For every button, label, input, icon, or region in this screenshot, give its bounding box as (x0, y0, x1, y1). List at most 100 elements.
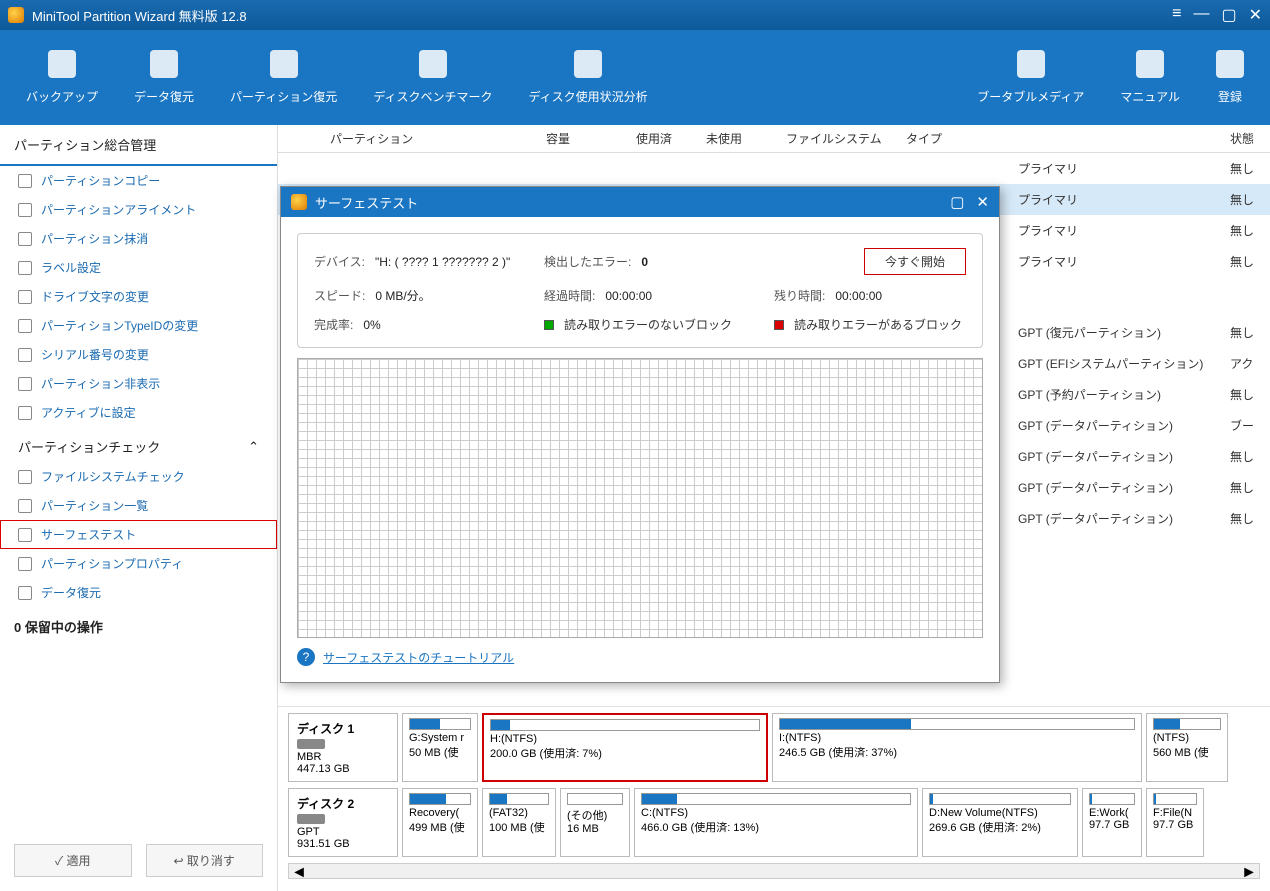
sidebar-item[interactable]: パーティションコピー (0, 166, 277, 195)
dialog-titlebar[interactable]: サーフェステスト ▢✕ (281, 187, 999, 217)
minimize-icon[interactable]: — (1193, 5, 1209, 25)
sidebar-item-icon (18, 232, 32, 246)
usage-bar (409, 793, 471, 805)
sidebar-item-label: パーティションコピー (41, 172, 160, 189)
disk-partition[interactable]: I:(NTFS)246.5 GB (使用済: 37%) (772, 713, 1142, 782)
err-legend-icon (774, 320, 784, 330)
sidebar-item-label: ラベル設定 (41, 259, 101, 276)
sidebar-item[interactable]: サーフェステスト (0, 520, 277, 549)
errors-label: 検出したエラー: (544, 253, 631, 270)
backup-icon (48, 50, 76, 78)
usage-bar (1089, 793, 1135, 805)
sidebar-item[interactable]: アクティブに設定 (0, 398, 277, 427)
sidebar-item-label: ドライブ文字の変更 (41, 288, 149, 305)
toolbar: バックアップ データ復元 パーティション復元 ディスクベンチマーク ディスク使用… (0, 30, 1270, 125)
disk-partition[interactable]: E:Work(97.7 GB (1082, 788, 1142, 857)
disk-bar: ディスク 2GPT931.51 GBRecovery(499 MB (使(FAT… (288, 788, 1260, 857)
disk-partition[interactable]: C:(NTFS)466.0 GB (使用済: 13%) (634, 788, 918, 857)
disk-partition[interactable]: G:System r50 MB (使 (402, 713, 478, 782)
disk-partition[interactable]: D:New Volume(NTFS)269.6 GB (使用済: 2%) (922, 788, 1078, 857)
data-recover-button[interactable]: データ復元 (116, 30, 212, 125)
register-button[interactable]: 登録 (1198, 30, 1262, 125)
sidebar-item[interactable]: パーティション抹消 (0, 224, 277, 253)
help-icon: ? (297, 648, 315, 666)
app-title: MiniTool Partition Wizard 無料版 12.8 (32, 6, 1172, 25)
backup-button[interactable]: バックアップ (8, 30, 116, 125)
start-button[interactable]: 今すぐ開始 (864, 248, 966, 275)
disk-partition[interactable]: F:File(N97.7 GB (1146, 788, 1204, 857)
surface-test-dialog: サーフェステスト ▢✕ デバイス:"H: ( ???? 1 ??????? 2 … (280, 186, 1000, 683)
sidebar-item-label: パーティション一覧 (41, 497, 148, 514)
ok-legend-icon (544, 320, 554, 330)
disk-partition[interactable]: H:(NTFS)200.0 GB (使用済: 7%) (482, 713, 768, 782)
remain-value: 00:00:00 (835, 289, 882, 303)
status-cell: 無し (1222, 510, 1270, 527)
sidebar-tab[interactable]: パーティション総合管理 (0, 125, 277, 166)
sidebar-item-icon (18, 557, 32, 571)
sidebar-item[interactable]: パーティションプロパティ (0, 549, 277, 578)
manual-button[interactable]: マニュアル (1102, 30, 1198, 125)
sidebar-item-label: シリアル番号の変更 (41, 346, 149, 363)
device-value: "H: ( ???? 1 ??????? 2 )" (375, 255, 510, 269)
sidebar-item[interactable]: ファイルシステムチェック (0, 462, 277, 491)
sidebar-item-icon (18, 470, 32, 484)
menu-icon[interactable]: ≡ (1172, 5, 1181, 25)
sidebar-item[interactable]: パーティション一覧 (0, 491, 277, 520)
usage-button[interactable]: ディスク使用状況分析 (510, 30, 665, 125)
status-cell: ブー (1222, 417, 1270, 434)
book-icon (1136, 50, 1164, 78)
usb-icon (1017, 50, 1045, 78)
status-cell: 無し (1222, 386, 1270, 403)
sidebar-item[interactable]: ドライブ文字の変更 (0, 282, 277, 311)
sidebar-item[interactable]: シリアル番号の変更 (0, 340, 277, 369)
disk-label[interactable]: ディスク 2GPT931.51 GB (288, 788, 398, 857)
sidebar-group-check[interactable]: パーティションチェック⌃ (0, 427, 277, 462)
horizontal-scrollbar[interactable]: ◄► (288, 863, 1260, 879)
disk-partition[interactable]: (その他)16 MB (560, 788, 630, 857)
partrec-icon (270, 50, 298, 78)
undo-button[interactable]: ↩ 取り消す (146, 844, 264, 877)
benchmark-button[interactable]: ディスクベンチマーク (355, 30, 510, 125)
sidebar-item[interactable]: パーティションアライメント (0, 195, 277, 224)
usage-bar (567, 793, 623, 805)
tutorial-link[interactable]: サーフェステストのチュートリアル (323, 649, 514, 666)
dialog-maximize-icon[interactable]: ▢ (950, 194, 964, 211)
status-cell: 無し (1222, 160, 1270, 177)
app-icon (8, 7, 24, 23)
sidebar: パーティション総合管理 パーティションコピーパーティションアライメントパーティシ… (0, 125, 278, 891)
block-grid (297, 358, 983, 638)
remain-label: 残り時間: (774, 287, 825, 304)
sidebar-item-label: アクティブに設定 (41, 404, 136, 421)
status-cell: 無し (1222, 222, 1270, 239)
disk-area: ディスク 1MBR447.13 GBG:System r50 MB (使H:(N… (278, 706, 1270, 891)
bootable-button[interactable]: ブータブルメディア (959, 30, 1102, 125)
user-plus-icon (1216, 50, 1244, 78)
disk-label[interactable]: ディスク 1MBR447.13 GB (288, 713, 398, 782)
grid-header: パーティション 容量 使用済 未使用 ファイルシステム タイプ 状態 (278, 125, 1270, 153)
table-row[interactable]: プライマリ無し (278, 153, 1270, 184)
disk-partition[interactable]: (FAT32)100 MB (使 (482, 788, 556, 857)
apply-button[interactable]: ✓ 適用 (14, 844, 132, 877)
status-cell: アク (1222, 355, 1270, 372)
status-cell: 無し (1222, 253, 1270, 270)
usage-bar (490, 719, 760, 731)
sidebar-item-icon (18, 319, 32, 333)
disk-bar: ディスク 1MBR447.13 GBG:System r50 MB (使H:(N… (288, 713, 1260, 782)
sidebar-item[interactable]: パーティションTypeIDの変更 (0, 311, 277, 340)
close-icon[interactable]: ✕ (1249, 5, 1262, 25)
sidebar-item-icon (18, 290, 32, 304)
partition-recover-button[interactable]: パーティション復元 (212, 30, 355, 125)
speed-value: 0 MB/分。 (375, 287, 430, 304)
maximize-icon[interactable]: ▢ (1221, 5, 1236, 25)
sidebar-item-label: サーフェステスト (41, 526, 136, 543)
status-cell: 無し (1222, 324, 1270, 341)
sidebar-item[interactable]: データ復元 (0, 578, 277, 607)
disk-partition[interactable]: (NTFS)560 MB (使 (1146, 713, 1228, 782)
sidebar-item[interactable]: パーティション非表示 (0, 369, 277, 398)
dialog-close-icon[interactable]: ✕ (976, 194, 989, 211)
sidebar-item-label: パーティションTypeIDの変更 (41, 317, 198, 334)
usage-icon (574, 50, 602, 78)
sidebar-item[interactable]: ラベル設定 (0, 253, 277, 282)
disk-partition[interactable]: Recovery(499 MB (使 (402, 788, 478, 857)
titlebar: MiniTool Partition Wizard 無料版 12.8 ≡ — ▢… (0, 0, 1270, 30)
